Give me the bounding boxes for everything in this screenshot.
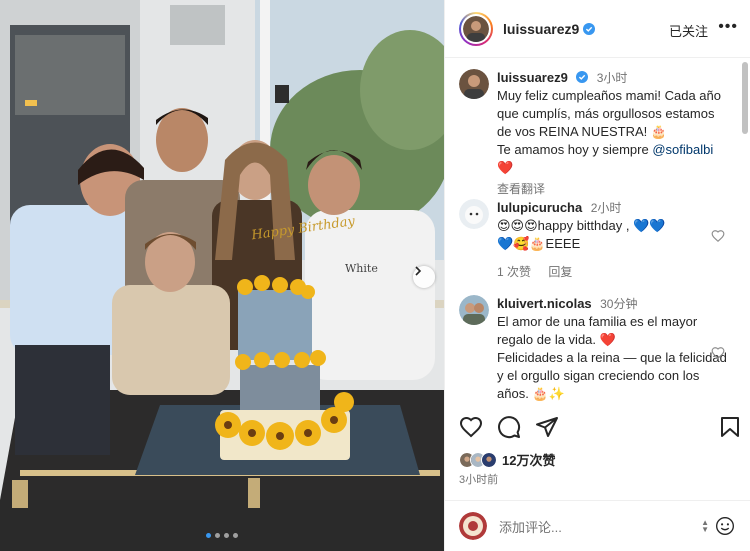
carousel-indicator [0,533,444,538]
carousel-dot [215,533,220,538]
liker-avatar [481,451,497,468]
comments-scrollbar[interactable] [742,62,748,134]
author-avatar-small[interactable] [459,69,489,99]
caption-text: Muy feliz cumpleaños mami! Cada año que … [497,88,721,175]
family-photo: White Happy Birthday [0,0,444,551]
emoji-icon[interactable] [715,516,735,536]
caption: luissuarez9 3小时 Muy feliz cumpleaños mam… [459,69,729,197]
verified-badge-icon [583,22,596,35]
comment-item: lulupicurucha 2小时 😍😍😍happy bitthday , 💙💙… [459,199,729,280]
post-photo[interactable]: White Happy Birthday [0,0,444,551]
comment-composer: 添加评论... ▲ ▼ [445,500,750,551]
author-username[interactable]: luissuarez9 [503,21,579,37]
post-header: luissuarez9 已关注 ••• [445,0,750,58]
comment-username[interactable]: kluivert.nicolas [497,296,592,311]
next-slide-button[interactable] [413,266,435,288]
bookmark-icon[interactable] [719,415,741,439]
more-options-button[interactable]: ••• [718,18,738,36]
comment-icon[interactable] [497,415,521,439]
comment-like-heart-icon[interactable] [711,229,725,243]
post-actions [459,415,741,445]
send-icon[interactable] [535,415,559,439]
comment-like-heart-icon[interactable] [711,346,725,360]
post-panel: luissuarez9 已关注 ••• luissuarez9 3小时 Muy … [444,0,750,551]
caption-time: 3小时 [596,71,628,85]
chevron-right-icon [415,266,422,276]
verified-badge-icon [576,71,589,83]
likes-count[interactable]: 12万次赞 [502,450,555,469]
caption-username[interactable]: luissuarez9 [497,70,568,85]
see-translation-link[interactable]: 查看翻译 [497,180,729,197]
post-timestamp: 3小时前 [459,474,499,486]
carousel-dot [233,533,238,538]
comment-time: 2小时 [590,201,622,215]
comment-text: 😍😍😍happy bitthday , 💙💙 💙🥰🎂EEEE [497,218,666,251]
comments-list[interactable]: luissuarez9 3小时 Muy feliz cumpleaños mam… [445,59,750,406]
comment-likes[interactable]: 1 次赞 [497,265,531,279]
commenter-avatar[interactable] [459,295,489,325]
carousel-dot-active [206,533,211,538]
comment-item: kluivert.nicolas 30分钟 El amor de una fam… [459,295,729,403]
comment-text: El amor de una familia es el mayor regal… [497,314,727,401]
comment-time: 30分钟 [600,297,638,311]
likes-summary[interactable]: 12万次赞 [459,450,555,469]
mention-link[interactable]: @sofibalbi [652,142,713,157]
author-avatar[interactable] [459,11,493,46]
commenter-avatar[interactable] [459,199,489,229]
carousel-dot [224,533,229,538]
my-avatar [459,512,487,540]
comment-username[interactable]: lulupicurucha [497,200,582,215]
comment-input[interactable]: 添加评论... [499,517,750,536]
follow-status-button[interactable]: 已关注 [669,21,708,40]
reply-button[interactable]: 回复 [548,265,572,279]
resize-handle-icon[interactable]: ▲ ▼ [701,519,709,534]
shirt-print: White [345,262,378,275]
heart-icon[interactable] [459,415,483,439]
